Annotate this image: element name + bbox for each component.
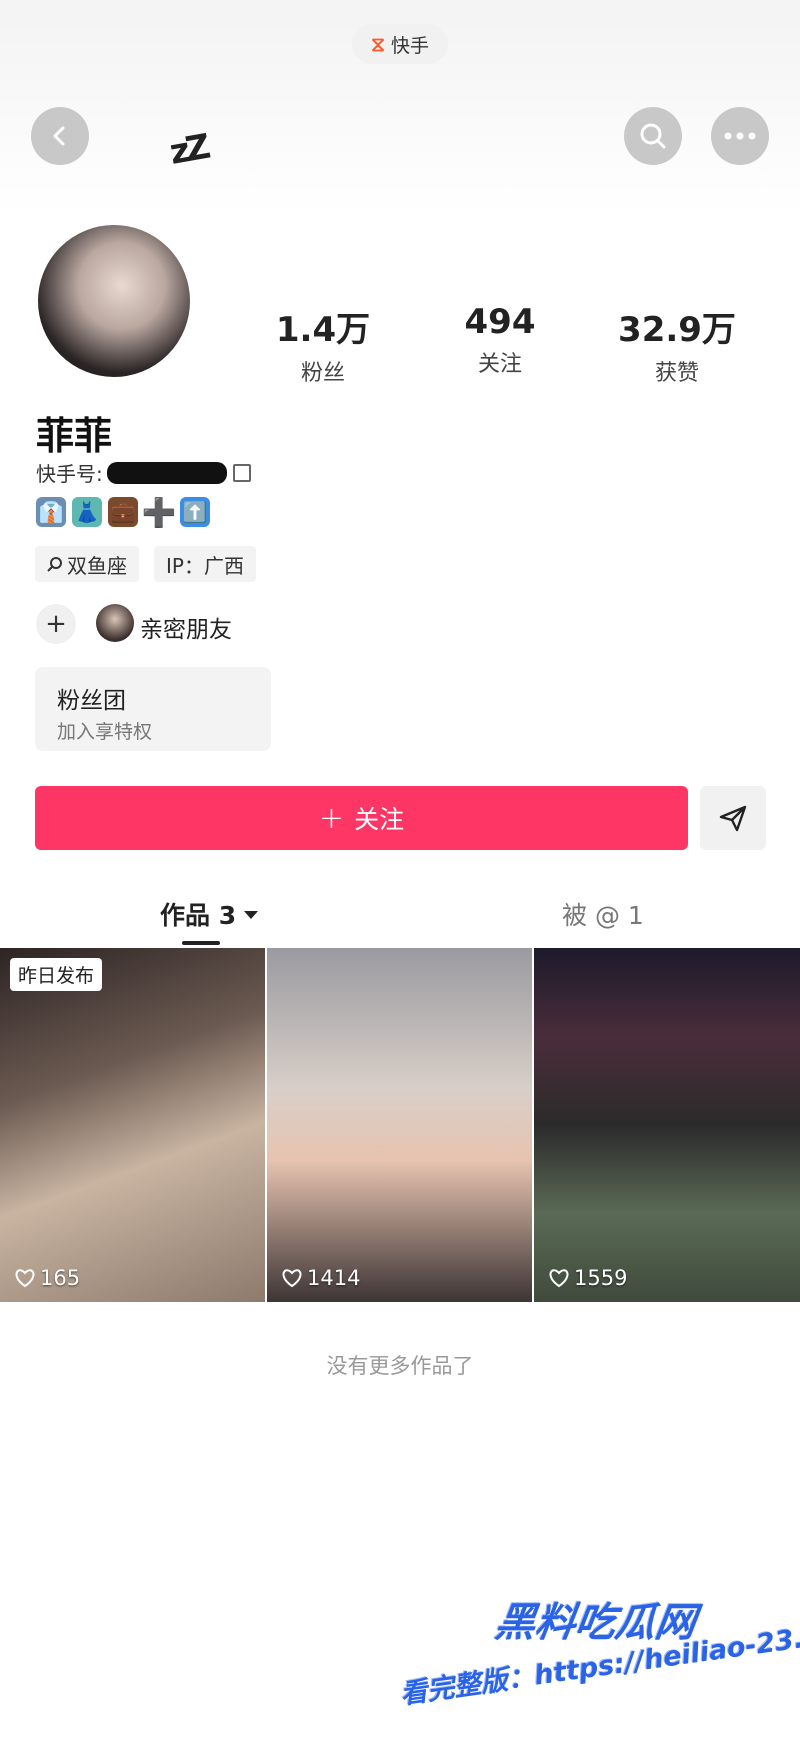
redacted-id — [106, 461, 227, 484]
likes-label: 获赞 — [654, 361, 699, 386]
caret-down-icon — [244, 911, 259, 919]
share-button[interactable] — [700, 786, 766, 850]
followers-label: 粉丝 — [300, 361, 345, 386]
emoji-plus: ➕ — [141, 495, 177, 529]
more-button[interactable] — [711, 107, 769, 165]
no-more-works: 没有更多作品了 — [326, 1354, 474, 1378]
search-small-icon — [47, 557, 62, 572]
following-label: 关注 — [477, 352, 522, 377]
emoji-bio: 👔 👗 💼 ➕ ⬆️ — [36, 495, 210, 529]
work-likes: 1559 — [548, 1266, 627, 1290]
heart-icon — [549, 1269, 569, 1288]
tab-works-label: 作品 3 — [160, 901, 237, 930]
more-dots-icon — [724, 132, 756, 140]
work-likes: 1414 — [281, 1266, 360, 1290]
likes-count: 32.9万 — [618, 310, 736, 350]
profile-name: 菲菲 — [36, 414, 113, 458]
follow-button[interactable]: + 关注 — [35, 786, 688, 850]
tab-works[interactable]: 作品 3 — [160, 896, 259, 932]
work-likes-count: 1559 — [574, 1266, 628, 1290]
kuaishou-logo-icon: ⧖ — [370, 32, 386, 56]
emoji-briefcase: 💼 — [108, 497, 138, 527]
heart-icon — [15, 1269, 35, 1288]
follow-label: 关注 — [354, 805, 405, 834]
work-likes-count: 1414 — [307, 1266, 361, 1290]
account-id-row: 快手号: — [36, 458, 251, 487]
following-count: 494 — [464, 302, 536, 342]
close-friends-label[interactable]: 亲密朋友 — [140, 610, 232, 644]
work-item[interactable]: 1559 — [534, 948, 800, 1302]
following-stat[interactable]: 494 关注 — [430, 302, 570, 378]
add-friend-button[interactable]: + — [36, 604, 76, 644]
search-button[interactable] — [624, 107, 682, 165]
zodiac-tag: 双鱼座 — [35, 546, 139, 582]
work-item[interactable]: 昨日发布 165 — [0, 948, 265, 1302]
ip-tag: IP：广西 — [154, 546, 256, 582]
work-item[interactable]: 1414 — [267, 948, 532, 1302]
new-post-badge: 昨日发布 — [10, 958, 103, 991]
avatar[interactable] — [35, 222, 193, 380]
copy-icon[interactable] — [232, 463, 251, 482]
friend-avatar[interactable] — [96, 604, 134, 642]
plus-icon: + — [318, 800, 345, 836]
search-icon — [640, 123, 666, 149]
zodiac-label: 双鱼座 — [67, 553, 127, 578]
fan-group-title: 粉丝团 — [57, 688, 126, 714]
emoji-dress: 👗 — [72, 497, 102, 527]
work-likes: 165 — [14, 1266, 80, 1290]
emoji-up-arrow: ⬆️ — [180, 497, 210, 527]
likes-stat[interactable]: 32.9万 获赞 — [607, 302, 747, 387]
back-button[interactable] — [31, 107, 89, 165]
tab-mentions[interactable]: 被 @ 1 — [562, 896, 644, 932]
followers-count: 1.4万 — [275, 310, 371, 350]
emoji-shirt: 👔 — [36, 497, 66, 527]
fan-group-card[interactable]: 粉丝团 加入享特权 — [35, 667, 271, 751]
app-badge: ⧖ 快手 — [352, 24, 448, 64]
back-arrow-icon — [53, 126, 65, 146]
ip-label: IP：广西 — [166, 553, 244, 578]
works-grid: 昨日发布 165 1414 1559 — [0, 948, 800, 1302]
app-name: 快手 — [391, 34, 430, 57]
work-likes-count: 165 — [40, 1266, 81, 1290]
sleep-sticker: zZ — [166, 127, 210, 173]
followers-stat[interactable]: 1.4万 粉丝 — [253, 302, 393, 387]
fan-group-subtitle: 加入享特权 — [57, 721, 153, 743]
tab-mentions-label: 被 @ 1 — [562, 901, 644, 930]
account-id-label: 快手号: — [36, 462, 103, 486]
heart-icon — [282, 1269, 302, 1288]
tab-indicator — [182, 941, 220, 945]
send-icon — [719, 805, 747, 832]
